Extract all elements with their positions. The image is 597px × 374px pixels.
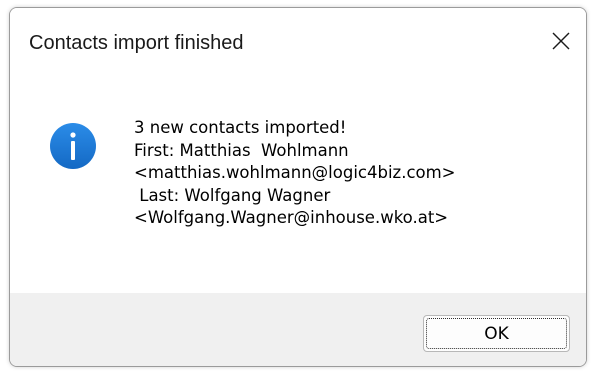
message-line: 3 new contacts imported!	[134, 118, 347, 137]
title-bar[interactable]: Contacts import finished	[10, 8, 586, 82]
message-line: <matthias.wohlmann@logic4biz.com>	[134, 163, 456, 182]
ok-button-label: OK	[484, 323, 509, 344]
close-button[interactable]	[542, 22, 580, 60]
message-line: First: Matthias Wohlmann	[134, 140, 349, 160]
dialog-content: 3 new contacts imported! First: Matthias…	[10, 82, 586, 293]
message-text: 3 new contacts imported! First: Matthias…	[134, 117, 456, 230]
window-title: Contacts import finished	[29, 32, 244, 54]
message-line: <Wolfgang.Wagner@inhouse.wko.at>	[134, 208, 449, 227]
ok-button[interactable]: OK	[423, 315, 570, 352]
message-line: Last: Wolfgang Wagner	[134, 185, 331, 205]
button-bar: OK	[10, 293, 586, 366]
message-dialog: Contacts import finished 3 new contacts …	[9, 7, 587, 367]
close-icon	[552, 32, 570, 50]
info-icon	[50, 123, 96, 169]
